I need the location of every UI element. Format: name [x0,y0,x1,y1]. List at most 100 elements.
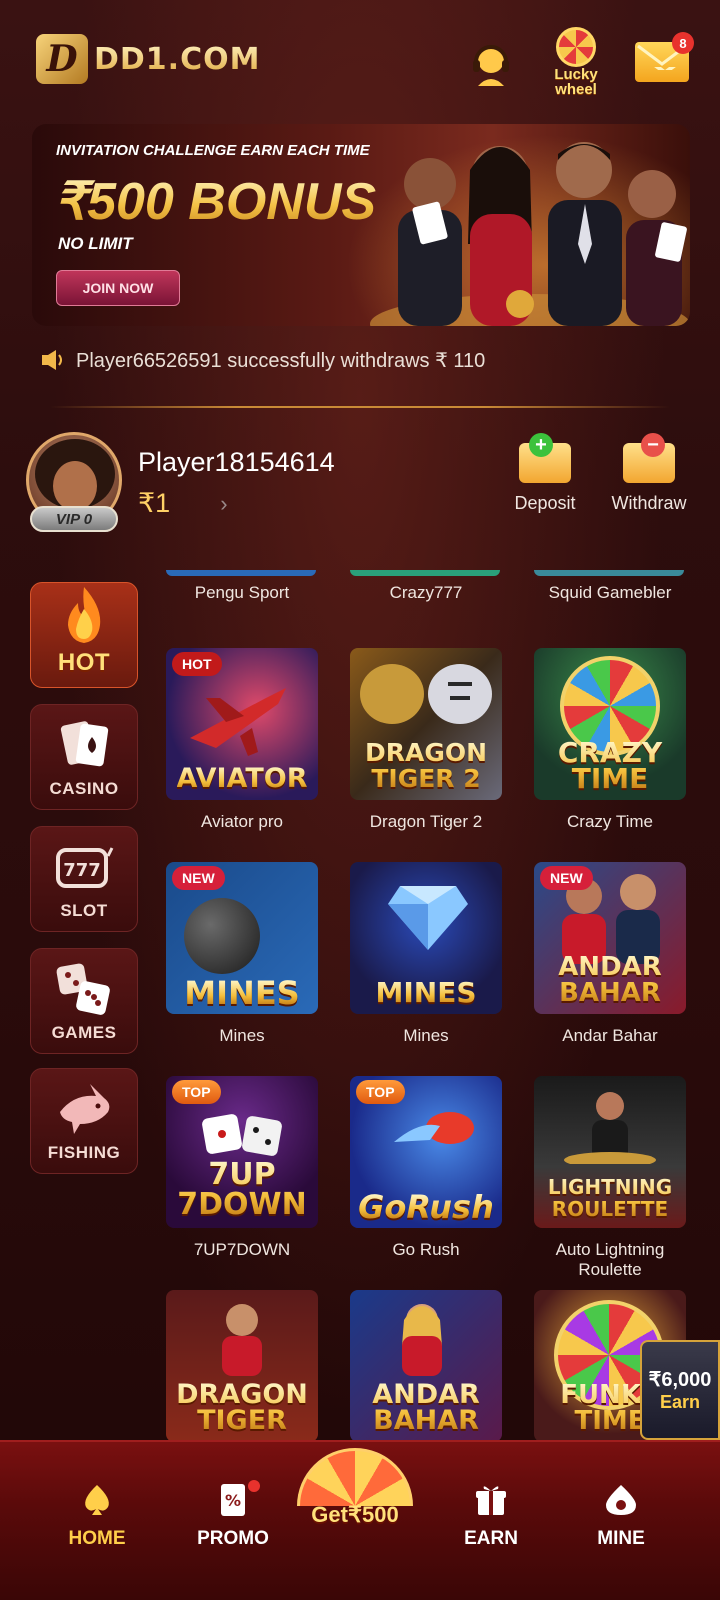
join-now-button[interactable]: JOIN NOW [56,270,180,306]
logo: D DD1.COM [36,34,260,84]
dice-icon [54,961,114,1017]
sidebar-item-label: GAMES [51,1023,117,1042]
game-name: Go Rush [392,1240,460,1259]
nav-mine[interactable]: MINE [566,1480,676,1550]
plus-icon: + [529,433,553,457]
game-title: MINES [375,976,477,1009]
balance-row[interactable]: ₹1 › [138,488,228,519]
game-tile-partial[interactable] [350,570,500,576]
plane-icon [190,688,286,756]
wheel-icon [556,27,596,67]
earn-label: Earn [659,1392,701,1412]
game-tile-aviator[interactable]: HOT AVIATOR [166,648,318,800]
game-title: MINES [184,974,300,1012]
withdraw-marquee: Player66526591 successfully withdraws ₹ … [40,345,690,375]
game-tile-partial[interactable] [166,570,316,576]
sidebar-item-label: SLOT [60,901,108,920]
wallet-plus-icon: + [519,433,571,483]
balance-value: ₹1 [138,488,171,518]
nav-earn-label: EARN [464,1528,518,1549]
dealer-image [402,1304,442,1376]
header: D DD1.COM Lucky wheel 8 [0,0,720,120]
sidebar-item-hot[interactable]: HOT [30,582,138,688]
game-tile-partial[interactable] [534,570,684,576]
game-title: GoRush [358,1188,494,1226]
shark-icon [54,1081,114,1137]
sidebar-item-label: HOT [57,649,111,676]
game-tile-dragon-tiger[interactable]: DRAGON TIGER [166,1290,318,1442]
bonus-wheel-icon [297,1448,413,1506]
game-title: DRAGON TIGER [166,1381,318,1434]
game-name: Pengu Sport [194,583,290,602]
game-tile-andar-bahar[interactable]: NEW ANDAR BAHAR [534,862,686,1014]
sidebar-item-fishing[interactable]: FISHING [30,1068,138,1174]
new-tag: NEW [172,866,225,890]
game-tile-go-rush[interactable]: TOP GoRush [350,1076,502,1228]
game-name: 7UP7DOWN [193,1240,291,1259]
deposit-button[interactable]: + Deposit [500,433,590,523]
rocket-icon [394,1112,474,1144]
game-tile-dragon-tiger-2[interactable]: DRAGON TIGER 2 [350,648,502,800]
nav-home[interactable]: HOME [42,1480,152,1550]
game-tile-mines-2[interactable]: MINES [350,862,502,1014]
divider [50,406,670,408]
sidebar-item-casino[interactable]: CASINO [30,704,138,810]
game-tile-mines[interactable]: NEW MINES [166,862,318,1014]
nav-home-label: HOME [68,1528,126,1549]
dice-icon [202,1114,282,1156]
logo-mark: D [36,34,88,84]
minus-icon: − [641,433,665,457]
game-tile-crazy-time[interactable]: CRAZY TIME [534,648,686,800]
chevron-right-icon: › [220,490,228,516]
banner-title: ₹500 BONUS [54,173,377,231]
dealer-image [564,1092,656,1164]
top-tag: TOP [356,1080,405,1104]
gift-icon [471,1480,511,1520]
bomb-icon [184,898,260,974]
game-name: Aviator pro [201,812,283,831]
nav-earn[interactable]: EARN [436,1480,546,1550]
banner-subtitle: INVITATION CHALLENGE EARN EACH TIME [56,142,370,159]
vip-badge[interactable]: VIP 0 [30,506,118,532]
mail-count-badge: 8 [672,32,694,54]
svg-text:777: 777 [63,860,101,881]
promo-banner[interactable]: INVITATION CHALLENGE EARN EACH TIME ₹500… [32,124,690,326]
game-tile-lightning-roulette[interactable]: LIGHTNING ROULETTE [534,1076,686,1228]
marquee-text: Player66526591 successfully withdraws ₹ … [76,349,486,372]
avatar-face [53,461,97,511]
support-icon[interactable] [466,38,516,88]
game-tile-andar-bahar-2[interactable]: ANDAR BAHAR [350,1290,502,1442]
game-name: Auto Lightning Roulette [555,1240,665,1279]
game-title: LIGHTNING ROULETTE [534,1176,686,1220]
game-tile-7up7down[interactable]: TOP 7UP 7DOWN [166,1076,318,1228]
hot-tag: HOT [172,652,222,676]
dragon-tiger-image [360,664,492,724]
wallet-minus-icon: − [623,433,675,483]
get-bonus-label: Get₹500 [311,1502,399,1527]
get-bonus-button[interactable]: Get₹500 [290,1448,420,1538]
new-tag: NEW [540,866,593,890]
logo-text: DD1.COM [94,41,261,77]
withdraw-label: Withdraw [611,493,687,513]
spade-icon [77,1480,117,1520]
diamond-icon [388,886,468,950]
nav-mine-label: MINE [597,1528,645,1549]
nav-promo[interactable]: % PROMO [178,1480,288,1550]
floating-earn-widget[interactable]: ₹6,000 Earn [640,1340,720,1440]
lucky-wheel-button[interactable]: Lucky wheel [544,26,608,98]
withdraw-button[interactable]: − Withdraw [604,433,694,523]
game-name: Crazy Time [567,812,653,831]
banner-people-image [370,142,690,326]
coupon-icon: % [213,1480,253,1520]
sidebar-item-games[interactable]: GAMES [30,948,138,1054]
game-name: Mines [219,1026,265,1045]
notification-dot [248,1480,260,1492]
sidebar-item-slot[interactable]: 777 SLOT [30,826,138,932]
player-name: Player18154614 [138,447,335,477]
mail-button[interactable]: 8 [634,32,694,84]
game-name: Andar Bahar [562,1026,658,1045]
game-name: Mines [403,1026,449,1045]
nav-promo-label: PROMO [197,1528,269,1549]
sidebar-item-label: CASINO [49,779,119,798]
svg-text:%: % [225,1491,241,1510]
